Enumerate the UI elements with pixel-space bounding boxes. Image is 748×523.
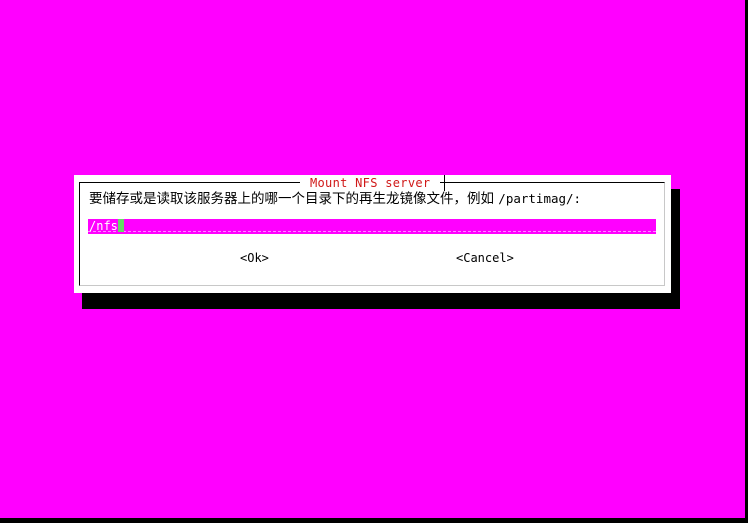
prompt-text: 要储存或是读取该服务器上的哪一个目录下的再生龙镜像文件，例如	[89, 191, 494, 207]
ok-button[interactable]: <Ok>	[240, 250, 269, 266]
nfs-directory-input[interactable]: /nfs	[88, 219, 656, 234]
dialog-prompt: 要储存或是读取该服务器上的哪一个目录下的再生龙镜像文件，例如 /partimag…	[89, 190, 581, 208]
input-value-wrap: /nfs	[89, 219, 124, 234]
prompt-example-path: /partimag/:	[498, 191, 582, 206]
title-right-bracket	[444, 175, 445, 191]
input-fill-line	[88, 231, 656, 232]
mount-nfs-dialog: Mount NFS server 要储存或是读取该服务器上的哪一个目录下的再生龙…	[74, 175, 671, 293]
text-cursor	[117, 219, 124, 232]
input-value: /nfs	[89, 219, 118, 233]
cancel-button[interactable]: <Cancel>	[456, 250, 514, 266]
dialog-title: Mount NFS server	[300, 175, 441, 191]
